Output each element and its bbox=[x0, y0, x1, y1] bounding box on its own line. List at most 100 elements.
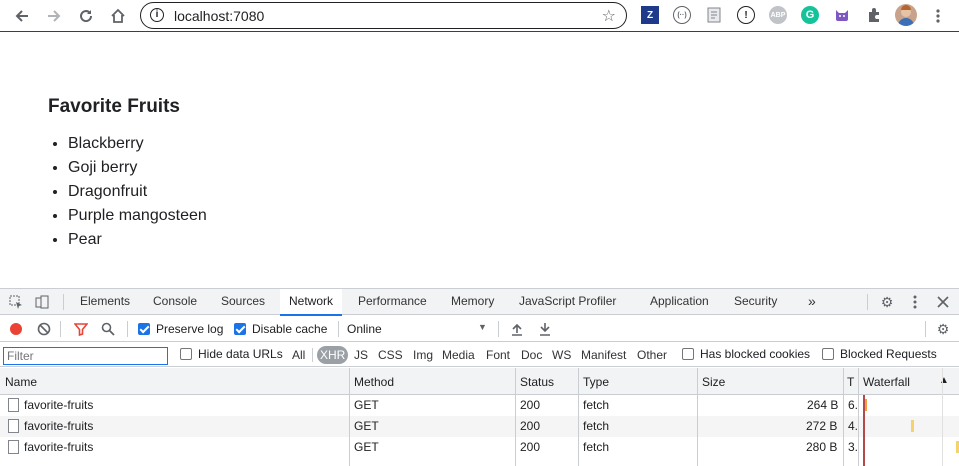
cell-time: 4. bbox=[848, 419, 859, 433]
tab-sources[interactable]: Sources bbox=[217, 289, 269, 315]
info-extension-icon[interactable]: ! bbox=[737, 6, 755, 24]
puzzle-extensions-icon[interactable] bbox=[865, 6, 883, 24]
column-header-waterfall[interactable]: Waterfall bbox=[863, 375, 910, 389]
sort-ascending-icon[interactable]: ▲ bbox=[939, 375, 949, 386]
cell-method: GET bbox=[354, 398, 379, 412]
list-item: Goji berry bbox=[68, 158, 207, 182]
table-row[interactable]: favorite-fruits GET 200 fetch 272 B 4. bbox=[0, 416, 959, 437]
profile-avatar[interactable] bbox=[895, 4, 917, 26]
filter-type-doc[interactable]: Doc bbox=[518, 346, 545, 364]
throttling-select[interactable]: Online bbox=[347, 322, 382, 336]
filter-type-other[interactable]: Other bbox=[634, 346, 670, 364]
list-item: Purple mangosteen bbox=[68, 206, 207, 230]
cell-name[interactable]: favorite-fruits bbox=[24, 440, 93, 454]
adblock-plus-extension-icon[interactable]: ABP bbox=[769, 6, 787, 24]
notes-extension-icon[interactable] bbox=[705, 6, 723, 24]
record-icon[interactable] bbox=[7, 320, 25, 338]
column-header-time[interactable]: T bbox=[847, 375, 854, 389]
preserve-log-checkbox[interactable] bbox=[138, 323, 150, 335]
cell-status: 200 bbox=[520, 440, 541, 454]
tab-security[interactable]: Security bbox=[730, 289, 781, 315]
cell-time: 3. bbox=[848, 440, 859, 454]
forward-arrow-icon[interactable] bbox=[42, 4, 66, 28]
filter-type-js[interactable]: JS bbox=[351, 346, 371, 364]
url-text[interactable]: localhost:7080 bbox=[174, 8, 264, 24]
hide-data-urls-checkbox[interactable] bbox=[180, 348, 192, 360]
grammarly-extension-icon[interactable]: G bbox=[801, 6, 819, 24]
disable-cache-label[interactable]: Disable cache bbox=[252, 322, 327, 336]
cell-name[interactable]: favorite-fruits bbox=[24, 398, 93, 412]
search-icon[interactable] bbox=[99, 320, 117, 338]
divider bbox=[867, 294, 868, 310]
column-header-type[interactable]: Type bbox=[583, 375, 609, 389]
filter-type-xhr[interactable]: XHR bbox=[317, 346, 349, 364]
preserve-log-label[interactable]: Preserve log bbox=[156, 322, 223, 336]
cell-method: GET bbox=[354, 419, 379, 433]
cell-size: 280 B bbox=[806, 440, 838, 454]
chevron-down-icon[interactable]: ▼ bbox=[478, 322, 487, 332]
clear-icon[interactable] bbox=[35, 320, 53, 338]
cell-size: 272 B bbox=[806, 419, 838, 433]
hide-data-urls-label[interactable]: Hide data URLs bbox=[198, 347, 283, 361]
export-har-icon[interactable] bbox=[536, 320, 554, 338]
column-divider[interactable] bbox=[697, 368, 698, 466]
filter-type-img[interactable]: Img bbox=[410, 346, 436, 364]
filter-type-css[interactable]: CSS bbox=[375, 346, 406, 364]
tab-javascript-profiler[interactable]: JavaScript Profiler bbox=[515, 289, 620, 315]
blocked-requests-checkbox[interactable] bbox=[822, 348, 834, 360]
cell-status: 200 bbox=[520, 398, 541, 412]
has-blocked-cookies-label[interactable]: Has blocked cookies bbox=[700, 347, 810, 361]
filter-type-ws[interactable]: WS bbox=[549, 346, 574, 364]
devtools-menu-icon[interactable] bbox=[906, 293, 924, 311]
table-row[interactable]: favorite-fruits GET 200 fetch 280 B 3. bbox=[0, 437, 959, 458]
import-har-icon[interactable] bbox=[508, 320, 526, 338]
site-info-icon[interactable]: i bbox=[150, 8, 164, 22]
tab-performance[interactable]: Performance bbox=[354, 289, 431, 315]
list-item: Blackberry bbox=[68, 134, 207, 158]
tab-console[interactable]: Console bbox=[149, 289, 201, 315]
filter-type-all[interactable]: All bbox=[289, 346, 308, 364]
has-blocked-cookies-checkbox[interactable] bbox=[682, 348, 694, 360]
back-arrow-icon[interactable] bbox=[10, 4, 34, 28]
table-header: Name Method Status Type Size T Waterfall… bbox=[0, 368, 959, 395]
column-divider[interactable] bbox=[858, 368, 859, 466]
tab-network[interactable]: Network bbox=[280, 289, 343, 316]
filter-type-media[interactable]: Media bbox=[439, 346, 478, 364]
table-row[interactable]: favorite-fruits GET 200 fetch 264 B 6. bbox=[0, 395, 959, 416]
filter-funnel-icon[interactable] bbox=[72, 320, 90, 338]
address-bar[interactable]: i localhost:7080 ☆ bbox=[140, 2, 627, 29]
column-header-status[interactable]: Status bbox=[520, 375, 554, 389]
inspect-element-icon[interactable] bbox=[7, 293, 25, 311]
tab-application[interactable]: Application bbox=[646, 289, 713, 315]
bookmark-star-icon[interactable]: ☆ bbox=[602, 6, 616, 26]
column-header-name[interactable]: Name bbox=[5, 375, 37, 389]
close-devtools-icon[interactable] bbox=[934, 293, 952, 311]
tab-memory[interactable]: Memory bbox=[447, 289, 498, 315]
home-icon[interactable] bbox=[106, 4, 130, 28]
reload-icon[interactable] bbox=[74, 4, 98, 28]
tab-elements[interactable]: Elements bbox=[76, 289, 134, 315]
waterfall-grid-line bbox=[942, 368, 943, 466]
more-tabs-button[interactable]: » bbox=[804, 289, 820, 315]
column-header-size[interactable]: Size bbox=[702, 375, 725, 389]
cat-extension-icon[interactable] bbox=[833, 6, 851, 24]
document-icon bbox=[8, 398, 19, 412]
filter-input[interactable] bbox=[3, 347, 168, 365]
blocked-requests-label[interactable]: Blocked Requests bbox=[840, 347, 937, 361]
column-divider[interactable] bbox=[843, 368, 844, 466]
network-settings-gear-icon[interactable]: ⚙ bbox=[934, 320, 952, 338]
column-divider[interactable] bbox=[349, 368, 350, 466]
cell-name[interactable]: favorite-fruits bbox=[24, 419, 93, 433]
zotero-extension-icon[interactable]: Z bbox=[641, 6, 659, 24]
column-header-method[interactable]: Method bbox=[354, 375, 394, 389]
browser-menu-icon[interactable] bbox=[926, 4, 950, 28]
json-viewer-extension-icon[interactable]: (··) bbox=[673, 6, 691, 24]
column-divider[interactable] bbox=[578, 368, 579, 466]
filter-type-manifest[interactable]: Manifest bbox=[578, 346, 629, 364]
disable-cache-checkbox[interactable] bbox=[234, 323, 246, 335]
device-toolbar-icon[interactable] bbox=[33, 293, 51, 311]
filter-type-font[interactable]: Font bbox=[483, 346, 513, 364]
settings-gear-icon[interactable]: ⚙ bbox=[878, 293, 896, 311]
cell-type: fetch bbox=[583, 419, 610, 433]
column-divider[interactable] bbox=[515, 368, 516, 466]
